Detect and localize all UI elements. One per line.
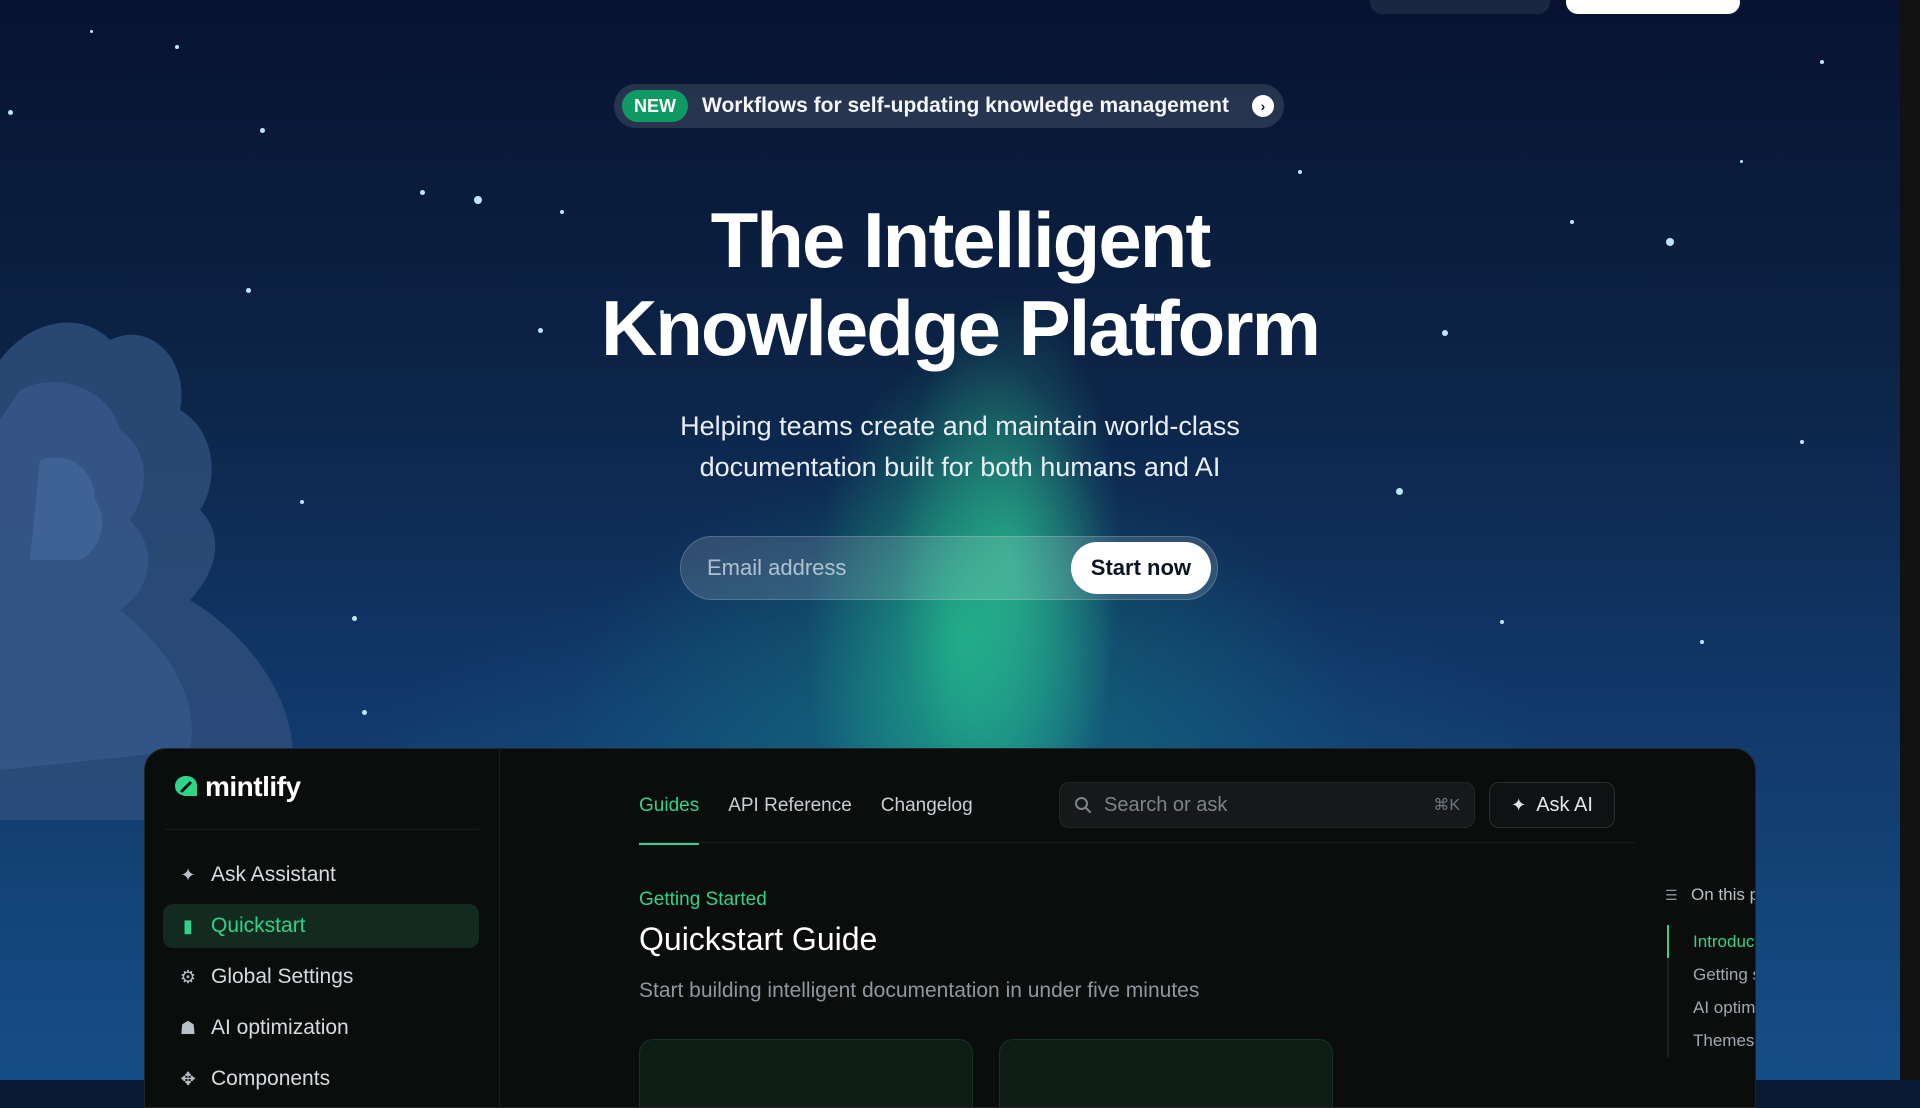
tab-changelog[interactable]: Changelog xyxy=(881,795,973,845)
search-placeholder: Search or ask xyxy=(1104,793,1228,816)
gear-icon: ⚙ xyxy=(179,966,197,987)
sidebar-item-label: Global Settings xyxy=(211,965,354,988)
sidebar-item-quickstart[interactable]: ▮ Quickstart xyxy=(163,904,479,948)
search-icon xyxy=(1075,797,1091,813)
search-input[interactable]: Search or ask ⌘K xyxy=(1059,782,1475,828)
tab-api-reference[interactable]: API Reference xyxy=(728,795,852,845)
toc-item-ai-optimization[interactable]: AI optimization xyxy=(1693,991,1755,1024)
new-badge: NEW xyxy=(622,90,688,122)
sidebar-item-label: Ask Assistant xyxy=(211,863,336,886)
page-title: Quickstart Guide xyxy=(639,921,878,957)
hero-title: The Intelligent Knowledge Platform xyxy=(460,196,1460,372)
content-card[interactable] xyxy=(999,1039,1333,1107)
toc-list: Introduction Getting started AI optimiza… xyxy=(1667,925,1755,1057)
nav-primary-button[interactable] xyxy=(1566,0,1740,14)
hero-subtitle-line: documentation built for both humans and … xyxy=(699,452,1221,482)
keyboard-shortcut: ⌘K xyxy=(1433,797,1460,814)
ask-ai-label: Ask AI xyxy=(1536,793,1593,816)
mintlify-logo-icon xyxy=(175,776,197,796)
sidebar-item-label: Components xyxy=(211,1067,331,1090)
window-edge xyxy=(1900,0,1920,1080)
divider xyxy=(165,829,479,830)
toc-item-introduction[interactable]: Introduction xyxy=(1667,925,1755,958)
toc-item-themes[interactable]: Themes xyxy=(1693,1024,1755,1057)
table-of-contents: ☰ On this page Introduction Getting star… xyxy=(1665,885,1755,1057)
sidebar-nav: ✦ Ask Assistant ▮ Quickstart ⚙ Global Se… xyxy=(163,853,479,1107)
hero-title-line: Knowledge Platform xyxy=(600,284,1321,372)
book-icon: ▮ xyxy=(183,915,193,936)
sidebar-item-ask-assistant[interactable]: ✦ Ask Assistant xyxy=(163,853,479,897)
announcement-banner[interactable]: NEW Workflows for self-updating knowledg… xyxy=(614,84,1284,128)
page-subtitle: Start building intelligent documentation… xyxy=(639,979,1200,1002)
chevron-right-circle-icon: › xyxy=(1252,95,1274,117)
signup-form: Start now xyxy=(680,536,1218,600)
email-input[interactable] xyxy=(705,554,1071,582)
sidebar-item-ai-optimization[interactable]: ☗ AI optimization xyxy=(163,1006,479,1050)
sidebar-item-label: AI optimization xyxy=(211,1016,349,1039)
content-card[interactable] xyxy=(639,1039,973,1107)
divider xyxy=(639,842,1635,843)
breadcrumb[interactable]: Getting Started xyxy=(639,889,767,911)
toc-heading-label: On this page xyxy=(1691,885,1755,904)
sparkle-icon: ✦ xyxy=(1511,794,1527,815)
toc-item-getting-started[interactable]: Getting started xyxy=(1693,958,1755,991)
robot-icon: ☗ xyxy=(179,1017,197,1038)
ask-ai-button[interactable]: ✦ Ask AI xyxy=(1489,782,1615,828)
nav-secondary-button[interactable] xyxy=(1370,0,1550,14)
start-now-button[interactable]: Start now xyxy=(1070,542,1211,594)
tab-guides[interactable]: Guides xyxy=(639,795,700,845)
logo[interactable]: mintlify xyxy=(173,771,301,803)
hero-subtitle: Helping teams create and maintain world-… xyxy=(560,406,1360,488)
logo-text: mintlify xyxy=(205,771,301,802)
announcement-text: Workflows for self-updating knowledge ma… xyxy=(702,94,1229,117)
list-icon: ☰ xyxy=(1665,886,1678,903)
sparkle-icon: ✦ xyxy=(180,864,196,885)
rock-formation-illustration xyxy=(0,322,293,820)
top-tabs: Guides API Reference Changelog xyxy=(639,795,1002,845)
docs-app-preview: mintlify ✦ Ask Assistant ▮ Quickstart ⚙ … xyxy=(144,748,1756,1108)
sidebar-item-global-settings[interactable]: ⚙ Global Settings xyxy=(163,955,479,999)
sidebar-item-components[interactable]: ✥ Components xyxy=(163,1057,479,1101)
shapes-icon: ✥ xyxy=(180,1068,196,1089)
toc-heading: ☰ On this page xyxy=(1665,885,1755,905)
hero-title-line: The Intelligent xyxy=(710,196,1212,284)
main-content: Guides API Reference Changelog Search or… xyxy=(499,749,1755,1107)
sidebar: mintlify ✦ Ask Assistant ▮ Quickstart ⚙ … xyxy=(145,749,500,1107)
hero-subtitle-line: Helping teams create and maintain world-… xyxy=(680,411,1240,441)
sidebar-item-label: Quickstart xyxy=(211,914,306,937)
